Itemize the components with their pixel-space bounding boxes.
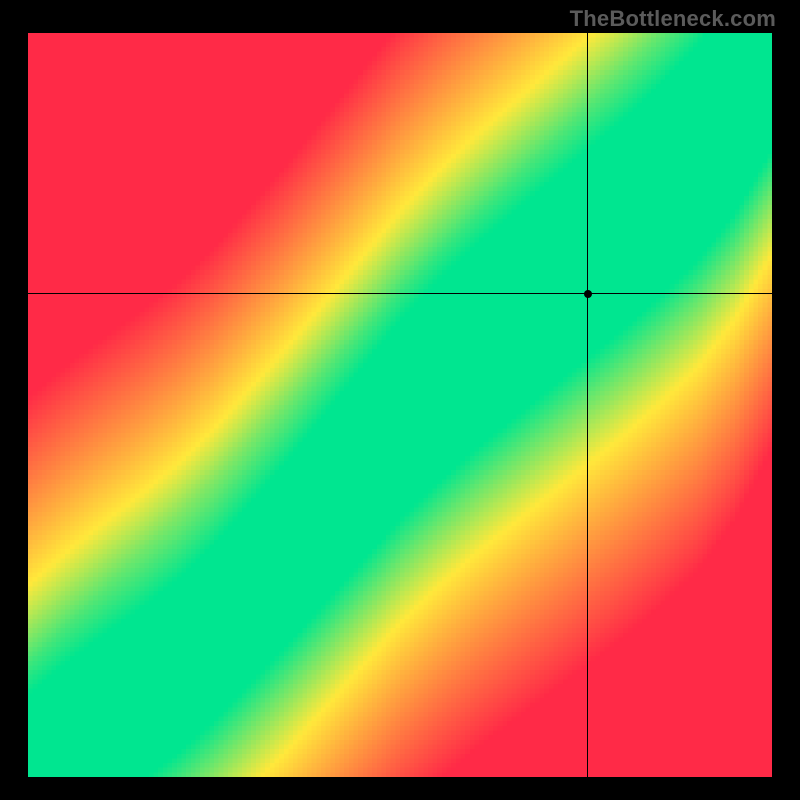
crosshair-horizontal: [28, 293, 772, 294]
heatmap-plot: [28, 33, 772, 777]
watermark-text: TheBottleneck.com: [570, 6, 776, 32]
crosshair-vertical: [587, 33, 588, 777]
